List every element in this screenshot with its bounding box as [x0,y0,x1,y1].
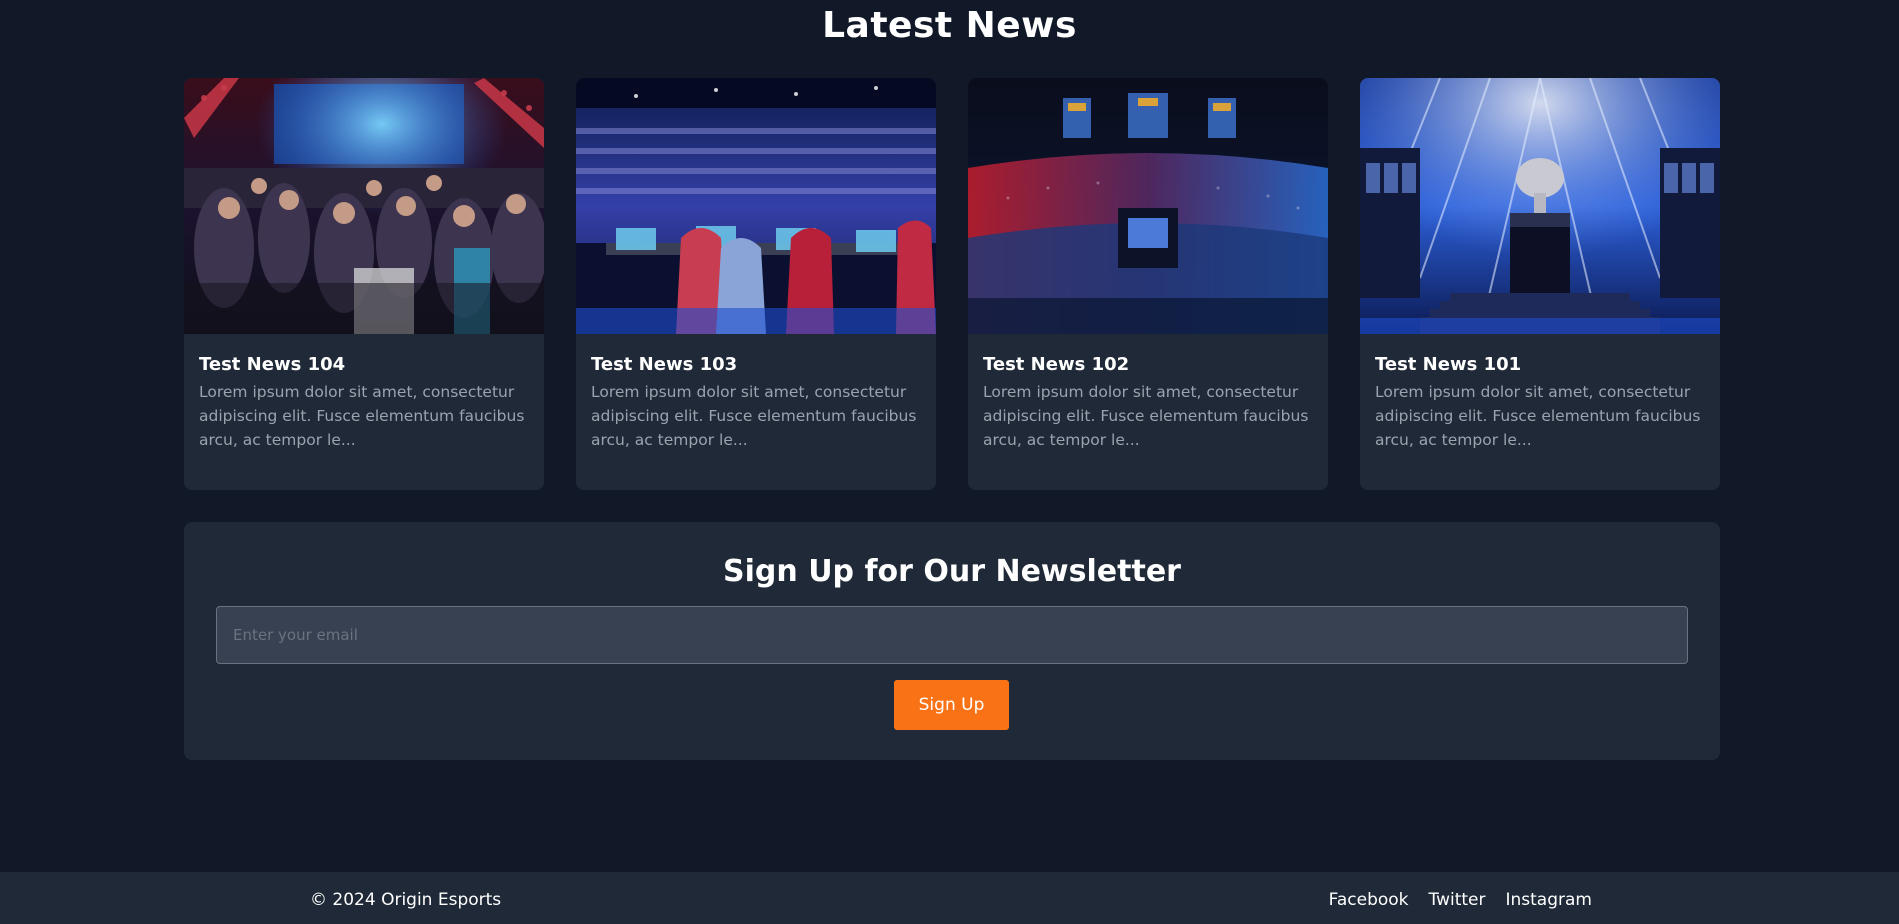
news-card-body: Test News 101 Lorem ipsum dolor sit amet… [1360,334,1720,452]
news-card-excerpt: Lorem ipsum dolor sit amet, consectetur … [983,383,1309,449]
news-card-title[interactable]: Test News 102 [983,354,1313,376]
news-card-title[interactable]: Test News 104 [199,354,529,376]
footer: © 2024 Origin Esports Facebook Twitter I… [0,872,1899,924]
news-card-title[interactable]: Test News 103 [591,354,921,376]
news-card[interactable]: Test News 103 Lorem ipsum dolor sit amet… [576,78,936,490]
news-card-image[interactable] [576,78,936,334]
news-card-image[interactable] [1360,78,1720,334]
newsletter-section: Sign Up for Our Newsletter Sign Up [184,522,1720,760]
news-card-excerpt: Lorem ipsum dolor sit amet, consectetur … [1375,383,1701,449]
news-card[interactable]: Test News 101 Lorem ipsum dolor sit amet… [1360,78,1720,490]
news-card-body: Test News 102 Lorem ipsum dolor sit amet… [968,334,1328,452]
news-card-image[interactable] [184,78,544,334]
page: Latest News Test News 104 Lorem ipsum do… [0,0,1899,924]
copyright-text: © 2024 Origin Esports [310,890,502,910]
email-input[interactable] [216,606,1688,664]
sign-up-button[interactable]: Sign Up [894,680,1009,730]
facebook-link[interactable]: Facebook [1329,872,1409,924]
news-card-title[interactable]: Test News 101 [1375,354,1705,376]
news-card-excerpt: Lorem ipsum dolor sit amet, consectetur … [199,383,525,449]
social-links: Facebook Twitter Instagram [1329,872,1592,924]
newsletter-heading: Sign Up for Our Newsletter [723,554,1181,589]
instagram-link[interactable]: Instagram [1506,872,1593,924]
news-card-body: Test News 103 Lorem ipsum dolor sit amet… [576,334,936,452]
news-card-image[interactable] [968,78,1328,334]
twitter-link[interactable]: Twitter [1429,872,1486,924]
latest-news-heading: Latest News [822,5,1077,46]
news-grid: Test News 104 Lorem ipsum dolor sit amet… [184,78,1720,490]
news-card[interactable]: Test News 104 Lorem ipsum dolor sit amet… [184,78,544,490]
news-card-body: Test News 104 Lorem ipsum dolor sit amet… [184,334,544,452]
news-card-excerpt: Lorem ipsum dolor sit amet, consectetur … [591,383,917,449]
news-card[interactable]: Test News 102 Lorem ipsum dolor sit amet… [968,78,1328,490]
